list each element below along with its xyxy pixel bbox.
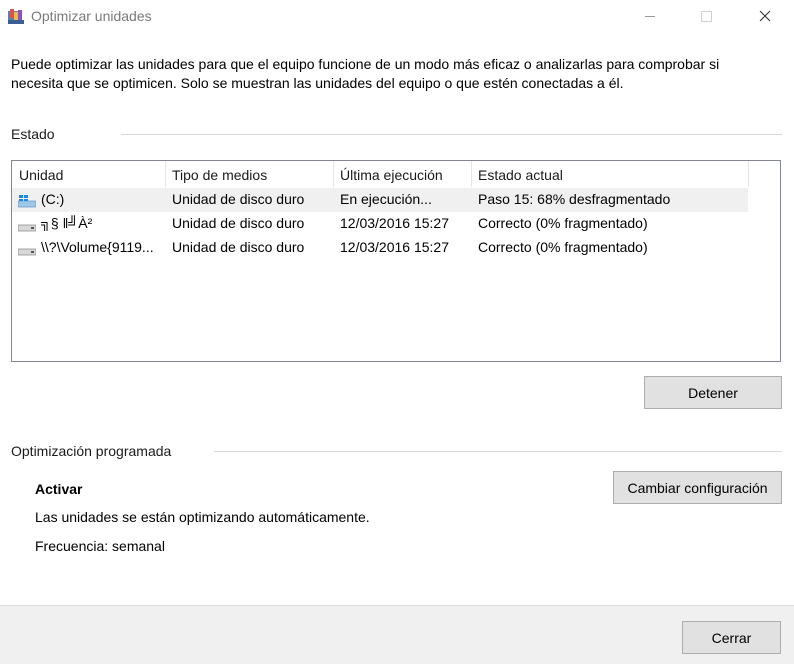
drives-list[interactable]: Unidad Tipo de medios Última ejecución E…	[11, 160, 781, 362]
close-button[interactable]: Cerrar	[682, 621, 781, 654]
minimize-icon[interactable]	[628, 0, 674, 32]
windows-drive-icon	[18, 195, 36, 208]
column-header-media-type[interactable]: Tipo de medios	[165, 161, 333, 187]
table-row[interactable]: (C:) Unidad de disco duro En ejecución..…	[12, 188, 748, 212]
table-row[interactable]: ╗§ ‖╝À² Unidad de disco duro 12/03/2016 …	[12, 212, 748, 236]
close-icon[interactable]	[742, 0, 788, 32]
last-run: 12/03/2016 15:27	[340, 215, 449, 231]
last-run: 12/03/2016 15:27	[340, 239, 449, 255]
column-separator[interactable]	[748, 161, 749, 187]
title-bar: Optimizar unidades	[0, 0, 794, 32]
media-type: Unidad de disco duro	[172, 239, 305, 255]
status-section-title: Estado	[11, 126, 55, 142]
schedule-section-title: Optimización programada	[11, 443, 172, 459]
column-header-last-run[interactable]: Última ejecución	[333, 161, 471, 187]
current-status: Correcto (0% fragmentado)	[478, 215, 648, 231]
table-row[interactable]: \\?\Volume{9119... Unidad de disco duro …	[12, 236, 748, 260]
column-header-status[interactable]: Estado actual	[471, 161, 748, 187]
last-run: En ejecución...	[340, 191, 432, 207]
stop-button[interactable]: Detener	[644, 376, 782, 409]
status-divider	[121, 134, 782, 135]
drive-name: (C:)	[41, 191, 65, 207]
maximize-icon[interactable]	[684, 0, 730, 32]
hard-drive-icon	[18, 224, 36, 232]
current-status: Correcto (0% fragmentado)	[478, 239, 648, 255]
column-header-unit[interactable]: Unidad	[12, 161, 165, 187]
media-type: Unidad de disco duro	[172, 215, 305, 231]
schedule-frequency: Frecuencia: semanal	[35, 538, 165, 554]
hard-drive-icon	[18, 248, 36, 256]
window-title: Optimizar unidades	[31, 8, 152, 24]
current-status: Paso 15: 68% desfragmentado	[478, 191, 671, 207]
schedule-divider	[214, 451, 782, 452]
intro-description: Puede optimizar las unidades para que el…	[11, 56, 720, 91]
schedule-description: Las unidades se están optimizando automá…	[35, 509, 370, 525]
optimize-drives-app-icon	[8, 9, 24, 24]
drive-name: ╗§ ‖╝À²	[41, 215, 93, 231]
change-settings-button[interactable]: Cambiar configuración	[613, 471, 782, 504]
media-type: Unidad de disco duro	[172, 191, 305, 207]
drive-name: \\?\Volume{9119...	[41, 239, 154, 255]
dialog-footer	[0, 605, 794, 664]
schedule-state-label: Activar	[35, 481, 83, 497]
